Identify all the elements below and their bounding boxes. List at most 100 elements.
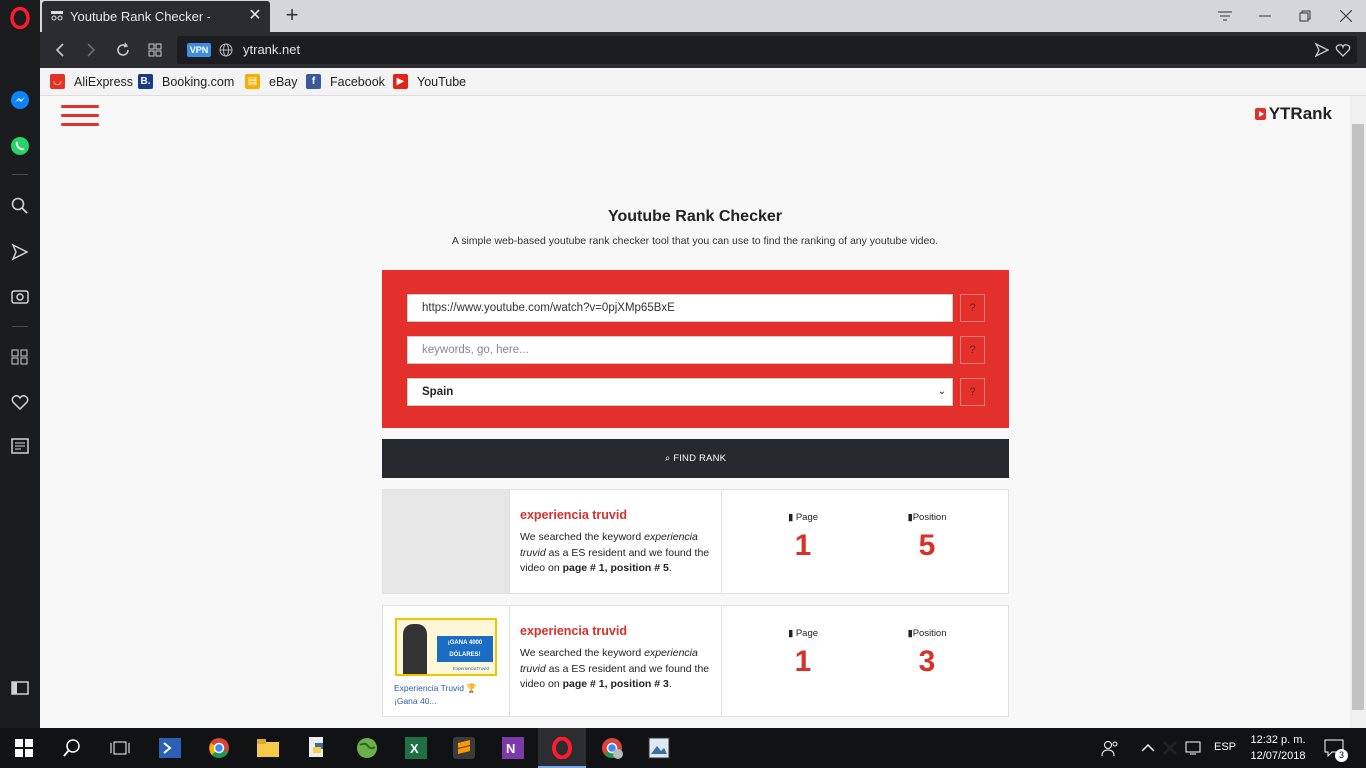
tabs-grid-icon[interactable] (144, 39, 166, 61)
vpn-badge[interactable]: VPN (187, 43, 211, 57)
rank-form: https://www.youtube.com/watch?v=0pjXMp65… (382, 270, 1009, 428)
bookmark-heart-icon[interactable] (1335, 43, 1351, 62)
people-icon[interactable] (1098, 736, 1122, 760)
ebay-icon: ▤ (245, 74, 260, 89)
image-viewer-icon[interactable] (647, 736, 671, 760)
chrome-icon[interactable] (207, 736, 231, 760)
country-help-button[interactable]: ? (960, 378, 985, 406)
heart-icon[interactable] (8, 390, 32, 414)
bookmark-booking[interactable]: B. Booking.com (138, 74, 234, 89)
opera-icon (552, 737, 572, 759)
site-logo[interactable]: YTRank (1254, 104, 1332, 124)
clock[interactable]: 12:32 p. m. 12/07/2018 (1248, 732, 1308, 764)
opera-logo-icon[interactable] (8, 6, 32, 30)
thumbnail-small-text: ExperienciaTruvid (453, 666, 489, 671)
video-url-input[interactable]: https://www.youtube.com/watch?v=0pjXMp65… (407, 294, 953, 322)
facebook-icon: f (306, 74, 321, 89)
close-window-button[interactable] (1326, 0, 1366, 32)
sidebar-toggle-icon[interactable] (8, 676, 32, 700)
opera-sidebar (0, 0, 40, 728)
bookmark-label: Booking.com (162, 74, 235, 89)
thumbnail-banner: ¡GANA 4000 DÓLARES! (437, 636, 493, 662)
bookmark-label: eBay (269, 74, 298, 89)
tray-expand-icon[interactable] (1136, 736, 1160, 760)
position-number: 3 (918, 645, 936, 678)
keywords-help-button[interactable]: ? (960, 336, 985, 364)
powershell-icon[interactable] (158, 736, 182, 760)
python-icon[interactable] (306, 736, 330, 760)
camera-icon[interactable] (8, 284, 32, 308)
onenote-icon[interactable]: N (501, 736, 525, 760)
result-thumbnail-cell: ¡GANA 4000 DÓLARES! ExperienciaTruvid Ex… (383, 606, 510, 716)
notifications-count: 3 (1335, 749, 1348, 762)
whatsapp-icon[interactable] (8, 134, 32, 158)
send-icon[interactable] (8, 240, 32, 264)
country-select[interactable]: Spain ⌄ (407, 378, 953, 406)
sidebar-divider (12, 326, 28, 327)
search-icon[interactable] (8, 194, 32, 218)
result-title[interactable]: experiencia truvid (520, 508, 711, 522)
result-thumbnail-placeholder (383, 490, 510, 593)
network-icon[interactable] (1182, 736, 1206, 760)
find-rank-button[interactable]: ⌕ FIND RANK (382, 439, 1009, 478)
new-tab-button[interactable]: + (280, 4, 304, 28)
tab-title: Youtube Rank Checker - Fr (70, 9, 210, 24)
result-title[interactable]: experiencia truvid (520, 624, 711, 638)
bookmark-ebay[interactable]: ▤ eBay (245, 74, 298, 89)
address-bar[interactable]: VPN ytrank.net (177, 36, 1357, 64)
forward-button[interactable] (80, 39, 102, 61)
task-view-icon[interactable] (108, 736, 132, 760)
bookmark-aliexpress[interactable]: ◡ AliExpress (50, 74, 133, 89)
find-rank-label: FIND RANK (673, 453, 727, 464)
position-stat: ▮Position 5 (887, 512, 967, 563)
video-thumbnail[interactable]: ¡GANA 4000 DÓLARES! ExperienciaTruvid (395, 618, 497, 676)
clock-date: 12/07/2018 (1250, 750, 1306, 762)
country-selected: Spain (422, 386, 454, 398)
windows-taskbar: X N ESP 12:32 p. m. 12/07/2018 3 (0, 728, 1366, 768)
restore-button[interactable] (1285, 0, 1325, 32)
taskbar-opera-active[interactable] (538, 728, 586, 768)
back-button[interactable] (49, 39, 71, 61)
messenger-icon[interactable] (8, 88, 32, 112)
play-logo-icon (1254, 108, 1266, 120)
page-number: 1 (794, 645, 812, 678)
page-scrollbar[interactable] (1350, 96, 1366, 728)
sublime-text-icon[interactable] (452, 736, 476, 760)
bookmark-label: YouTube (417, 74, 467, 89)
reload-button[interactable] (112, 39, 134, 61)
notifications-icon[interactable]: 3 (1322, 736, 1348, 762)
tray-app-icon[interactable] (1158, 736, 1182, 760)
video-url-help-button[interactable]: ? (960, 294, 985, 322)
taskbar-search-icon[interactable] (60, 736, 84, 760)
thumbnail-caption[interactable]: Experiencia Truvid 🏆 ¡Gana 40... (394, 682, 494, 708)
svg-text:N: N (506, 741, 515, 756)
windows-start-icon[interactable] (12, 736, 36, 760)
excel-icon[interactable]: X (404, 736, 428, 760)
incognito-icon (50, 9, 64, 24)
globe-app-icon[interactable] (355, 736, 379, 760)
scrollbar-thumb[interactable] (1352, 124, 1364, 710)
chrome-profile-icon[interactable] (600, 736, 624, 760)
page-doc-icon: ▮ (787, 512, 794, 523)
keywords-input[interactable]: keywords, go, here... (407, 336, 953, 364)
language-indicator[interactable]: ESP (1214, 741, 1236, 753)
tab-active[interactable]: Youtube Rank Checker - Fr ✕ (42, 1, 270, 32)
position-stat: ▮Position 3 (887, 628, 967, 679)
bookmark-facebook[interactable]: f Facebook (306, 74, 385, 89)
minimize-button[interactable] (1245, 0, 1285, 32)
person-figure (403, 624, 427, 674)
web-page: YTRank Youtube Rank Checker A simple web… (40, 96, 1350, 728)
search-icon: ⌕ (664, 453, 671, 464)
file-explorer-icon[interactable] (256, 736, 280, 760)
menu-icon[interactable] (61, 105, 99, 127)
result-text: We searched the keyword experiencia truv… (520, 647, 710, 690)
bookmark-youtube[interactable]: ▶ YouTube (393, 74, 466, 89)
tab-menu-icon[interactable] (1205, 0, 1245, 32)
globe-icon (219, 43, 233, 62)
result-card: ¡GANA 4000 DÓLARES! ExperienciaTruvid Ex… (382, 605, 1009, 717)
news-icon[interactable] (8, 434, 32, 458)
tab-close-icon[interactable]: ✕ (246, 7, 264, 25)
send-page-icon[interactable] (1314, 42, 1330, 62)
result-description: experiencia truvid We searched the keywo… (510, 490, 722, 593)
speed-dial-icon[interactable] (8, 345, 32, 369)
